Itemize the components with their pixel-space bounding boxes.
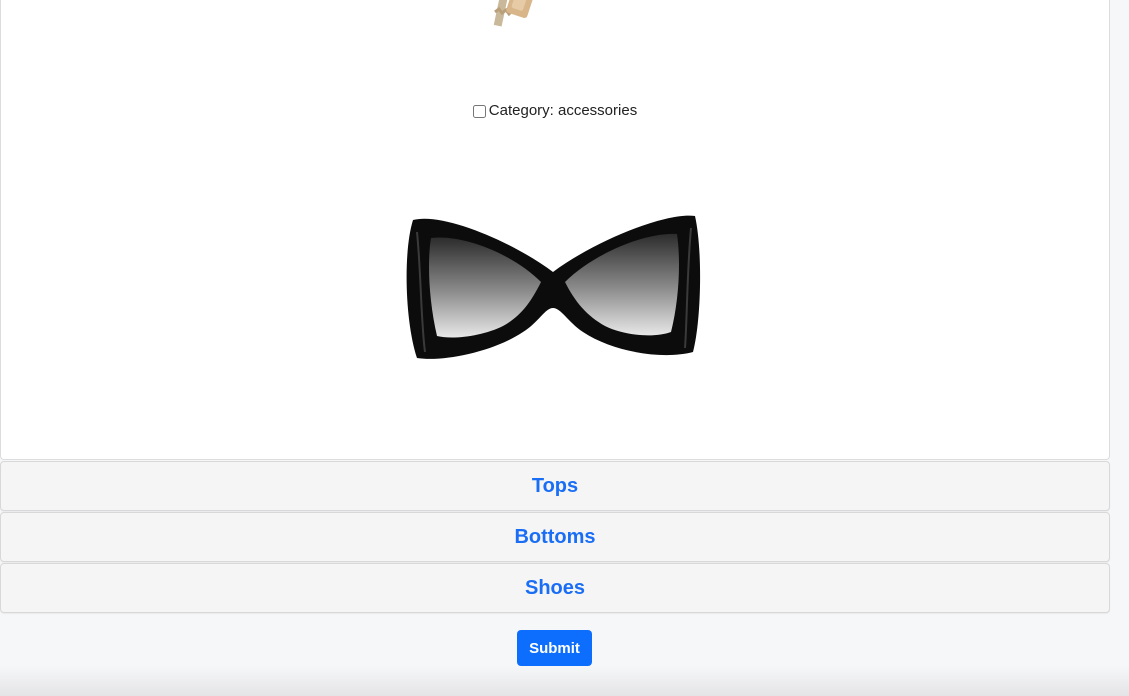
keys-image — [493, 0, 534, 27]
submit-button[interactable]: Submit — [517, 630, 592, 666]
accessories-panel: Category: accessories — [0, 0, 1110, 460]
category-row: Category: accessories — [1, 102, 1109, 119]
bottom-fade — [0, 666, 1129, 696]
section-bottoms[interactable]: Bottoms — [0, 512, 1110, 562]
section-tops[interactable]: Tops — [0, 461, 1110, 511]
category-label: Category: accessories — [488, 102, 638, 119]
sunglasses-image — [406, 215, 701, 359]
category-checkbox[interactable] — [472, 105, 486, 118]
section-shoes[interactable]: Shoes — [0, 563, 1110, 613]
